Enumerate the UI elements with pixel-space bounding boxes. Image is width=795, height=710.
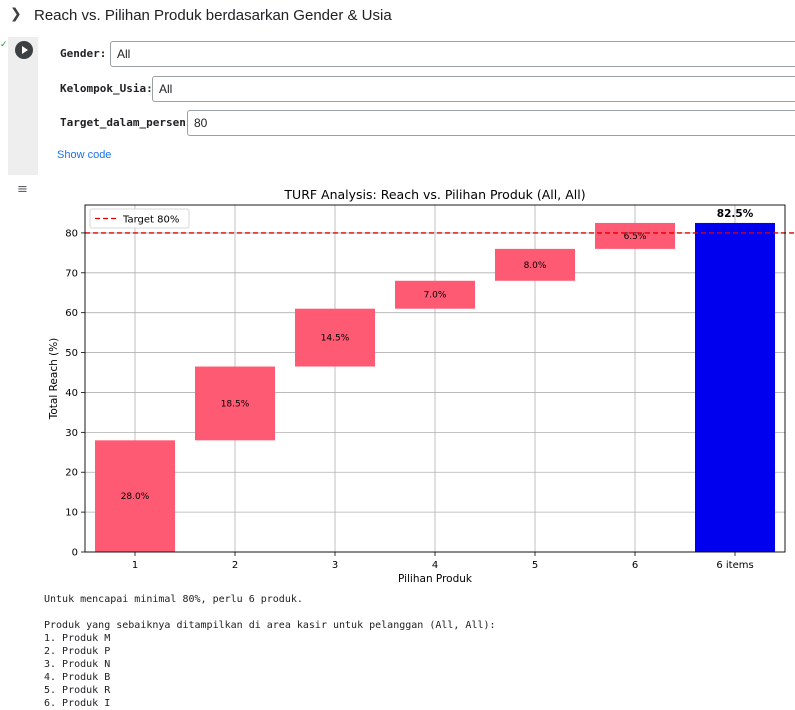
y-tick-label: 20: [65, 468, 78, 479]
x-tick-label: 2: [232, 560, 238, 571]
show-code-link[interactable]: Show code: [57, 149, 111, 161]
section-header[interactable]: ❯ Reach vs. Pilihan Produk berdasarkan G…: [0, 0, 795, 34]
target-input[interactable]: 80: [187, 110, 795, 136]
increment-label: 8.0%: [524, 261, 547, 271]
y-tick-label: 70: [65, 268, 78, 279]
x-tick-label: 5: [532, 560, 538, 571]
y-tick-label: 50: [65, 348, 78, 359]
y-tick-label: 60: [65, 308, 78, 319]
x-tick-label: 3: [332, 560, 338, 571]
x-tick-label: 4: [432, 560, 438, 571]
console-line: 2. Produk P: [44, 646, 111, 657]
increment-label: 6.5%: [624, 232, 647, 242]
x-tick-label: 1: [132, 560, 138, 571]
total-label: 82.5%: [717, 208, 754, 220]
increment-label: 18.5%: [221, 399, 250, 409]
target-value: 80: [194, 116, 208, 130]
usia-dropdown[interactable]: All: [152, 76, 795, 102]
console-line: 6. Produk I: [44, 698, 111, 709]
legend-target-label: Target 80%: [122, 215, 179, 226]
run-cell-button[interactable]: [15, 41, 33, 59]
gender-value: All: [117, 47, 131, 61]
total-bar: [695, 222, 775, 552]
console-line: 5. Produk R: [44, 685, 111, 696]
usia-label: Kelompok_Usia:: [60, 82, 153, 95]
console-line: 4. Produk B: [44, 672, 111, 683]
y-tick-label: 10: [65, 508, 78, 519]
usia-value: All: [159, 82, 173, 96]
increment-label: 14.5%: [321, 334, 350, 344]
x-tick-label: 6: [632, 560, 638, 571]
x-tick-label: 6 items: [716, 560, 753, 571]
section-title: Reach vs. Pilihan Produk berdasarkan Gen…: [34, 7, 392, 24]
console-line: 3. Produk N: [44, 659, 111, 670]
x-axis-label: Pilihan Produk: [398, 573, 473, 585]
y-tick-label: 80: [65, 228, 78, 239]
output-toggle-icon[interactable]: ≡: [17, 182, 28, 197]
turf-chart: TURF Analysis: Reach vs. Pilihan Produk …: [48, 187, 795, 585]
console-line: Produk yang sebaiknya ditampilkan di are…: [44, 620, 496, 631]
gender-label: Gender:: [60, 47, 107, 60]
increment-label: 28.0%: [121, 492, 150, 502]
console-line: Untuk mencapai minimal 80%, perlu 6 prod…: [44, 594, 303, 605]
increment-label: 7.0%: [424, 291, 447, 301]
check-icon: ✓: [0, 40, 8, 50]
chevron-right-icon[interactable]: ❯: [10, 6, 22, 22]
target-label: Target_dalam_persen:: [60, 116, 193, 129]
y-axis-label: Total Reach (%): [48, 338, 60, 421]
chart-title: TURF Analysis: Reach vs. Pilihan Produk …: [283, 187, 585, 202]
y-tick-label: 30: [65, 428, 78, 439]
y-tick-label: 0: [72, 548, 78, 559]
y-tick-label: 40: [65, 388, 78, 399]
gender-dropdown[interactable]: All: [110, 41, 795, 67]
console-output: Untuk mencapai minimal 80%, perlu 6 prod…: [44, 593, 496, 710]
console-line: 1. Produk M: [44, 633, 111, 644]
